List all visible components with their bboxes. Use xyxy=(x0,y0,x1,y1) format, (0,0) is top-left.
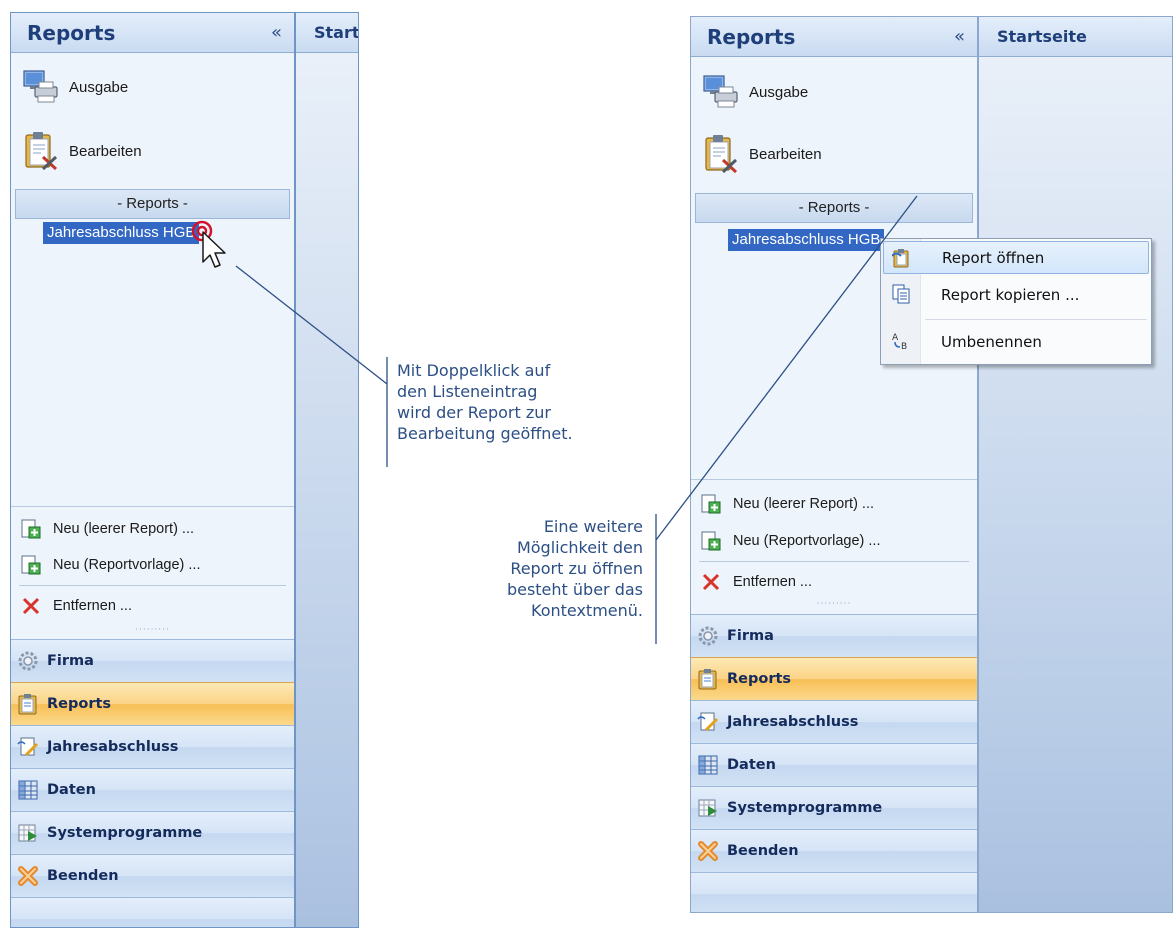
callout-pointer-2 xyxy=(655,195,918,541)
callout-lines xyxy=(235,195,918,644)
callout-pointer-1 xyxy=(235,265,388,385)
